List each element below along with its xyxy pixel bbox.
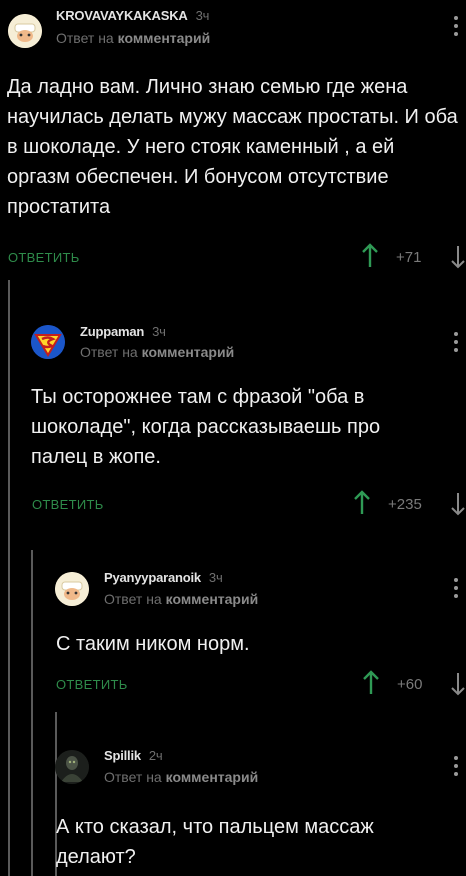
timestamp: 3ч — [152, 324, 166, 339]
avatar[interactable] — [55, 750, 89, 784]
score: +71 — [396, 249, 422, 266]
thread-line-level-1 — [8, 280, 10, 876]
menu-dots-icon[interactable] — [453, 578, 459, 602]
arrow-up-icon[interactable] — [353, 490, 371, 516]
comment-text: А кто сказал, что пальцем массаж делают? — [56, 816, 374, 868]
reply-target-link[interactable]: комментарий — [166, 591, 259, 607]
username[interactable]: Pyanyyparanoik 3ч — [104, 570, 223, 585]
arrow-down-icon[interactable] — [450, 491, 466, 517]
reply-target-link[interactable]: комментарий — [166, 769, 259, 785]
menu-dots-icon[interactable] — [453, 332, 459, 356]
score: +60 — [397, 676, 423, 693]
comment-text: С таким ником норм. — [56, 633, 250, 655]
comment-text: Ты осторожнее там с фразой "оба в шокола… — [31, 386, 381, 468]
menu-dots-icon[interactable] — [453, 756, 459, 780]
reply-to-info: Ответ на комментарий — [104, 769, 259, 785]
username[interactable]: Spillik 2ч — [104, 748, 163, 763]
reply-to-info: Ответ на комментарий — [80, 344, 235, 360]
reply-target-link[interactable]: комментарий — [142, 344, 235, 360]
comment-text: Да ладно вам. Лично знаю семью где жена … — [7, 76, 458, 218]
score: +235 — [388, 496, 422, 513]
timestamp: 2ч — [148, 748, 163, 763]
arrow-down-icon[interactable] — [450, 671, 466, 697]
avatar[interactable] — [8, 14, 42, 48]
reply-to-info: Ответ на комментарий — [56, 30, 211, 46]
arrow-up-icon[interactable] — [362, 670, 380, 696]
arrow-down-icon[interactable] — [450, 244, 466, 270]
reply-to-info: Ответ на комментарий — [104, 591, 259, 607]
reply-button[interactable]: ОТВЕТИТЬ — [8, 250, 80, 265]
reply-target-link[interactable]: комментарий — [118, 30, 211, 46]
reply-button[interactable]: ОТВЕТИТЬ — [32, 497, 104, 512]
reply-button[interactable]: ОТВЕТИТЬ — [56, 677, 128, 692]
timestamp: 3ч — [208, 570, 223, 585]
arrow-up-icon[interactable] — [361, 243, 379, 269]
menu-dots-icon[interactable] — [453, 16, 459, 40]
avatar[interactable] — [55, 572, 89, 606]
avatar[interactable] — [31, 325, 65, 359]
timestamp: 3ч — [195, 8, 210, 23]
username[interactable]: KROVAVAYKAKASKA 3ч — [56, 8, 209, 23]
thread-line-level-2 — [31, 550, 33, 876]
username[interactable]: Zuppaman 3ч — [80, 324, 166, 339]
